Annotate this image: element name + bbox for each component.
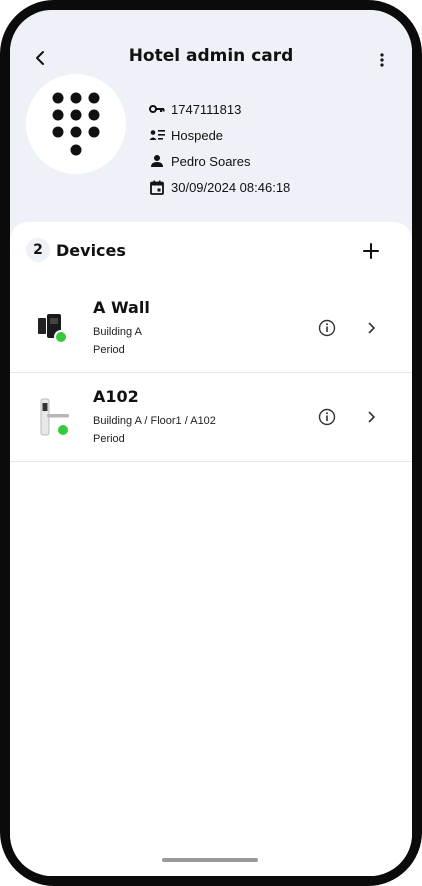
device-row[interactable]: A Wall Building A Period	[10, 284, 412, 373]
device-location: Building A / Floor1 / A102	[93, 415, 216, 427]
card-owner-row: Pedro Soares	[148, 148, 290, 174]
status-online-indicator	[54, 330, 68, 344]
card-info: 1747111813 Hospede Pedro Soares 30/09/20…	[148, 96, 290, 200]
more-options-button[interactable]	[372, 50, 392, 70]
chevron-right-icon	[368, 411, 375, 423]
devices-panel: 2 Devices A Wall Building A Period A102 …	[10, 222, 412, 876]
card-owner: Pedro Soares	[171, 153, 251, 169]
card-id: 1747111813	[171, 101, 242, 117]
card-type: Hospede	[171, 127, 224, 143]
device-open-button[interactable]	[364, 318, 378, 338]
wall-reader-icon	[34, 308, 74, 352]
door-lock-icon	[34, 397, 74, 441]
card-date-row: 30/09/2024 08:46:18	[148, 174, 290, 200]
keypad-icon	[52, 92, 100, 156]
device-name: A Wall	[93, 298, 150, 317]
devices-heading: 2 Devices	[26, 238, 126, 262]
key-icon	[148, 101, 166, 117]
device-info-button[interactable]	[317, 318, 337, 338]
phone-frame: Hotel admin card 1747111813 Hospede Pedr…	[0, 0, 422, 886]
more-vert-icon	[380, 53, 384, 67]
card-id-row: 1747111813	[148, 96, 290, 122]
device-period: Period	[93, 433, 125, 445]
device-period: Period	[93, 344, 125, 356]
plus-icon	[363, 243, 379, 259]
device-name: A102	[93, 387, 139, 406]
device-location: Building A	[93, 326, 142, 338]
add-device-button[interactable]	[360, 240, 382, 262]
card-avatar	[26, 74, 126, 174]
person-icon	[148, 153, 166, 169]
card-date: 30/09/2024 08:46:18	[171, 179, 291, 195]
card-header: Hotel admin card 1747111813 Hospede Pedr…	[10, 10, 412, 240]
info-icon	[318, 319, 336, 337]
app-screen: Hotel admin card 1747111813 Hospede Pedr…	[10, 10, 412, 876]
badge-list-icon	[148, 127, 166, 143]
chevron-right-icon	[368, 322, 375, 334]
card-type-row: Hospede	[148, 122, 290, 148]
device-open-button[interactable]	[364, 407, 378, 427]
device-info-button[interactable]	[317, 407, 337, 427]
info-icon	[318, 408, 336, 426]
devices-count-badge: 2	[26, 238, 50, 262]
devices-title: Devices	[56, 240, 126, 260]
status-online-indicator	[56, 423, 70, 437]
home-indicator[interactable]	[162, 858, 258, 862]
device-row[interactable]: A102 Building A / Floor1 / A102 Period	[10, 373, 412, 462]
page-title: Hotel admin card	[128, 46, 294, 66]
calendar-icon	[148, 179, 166, 195]
